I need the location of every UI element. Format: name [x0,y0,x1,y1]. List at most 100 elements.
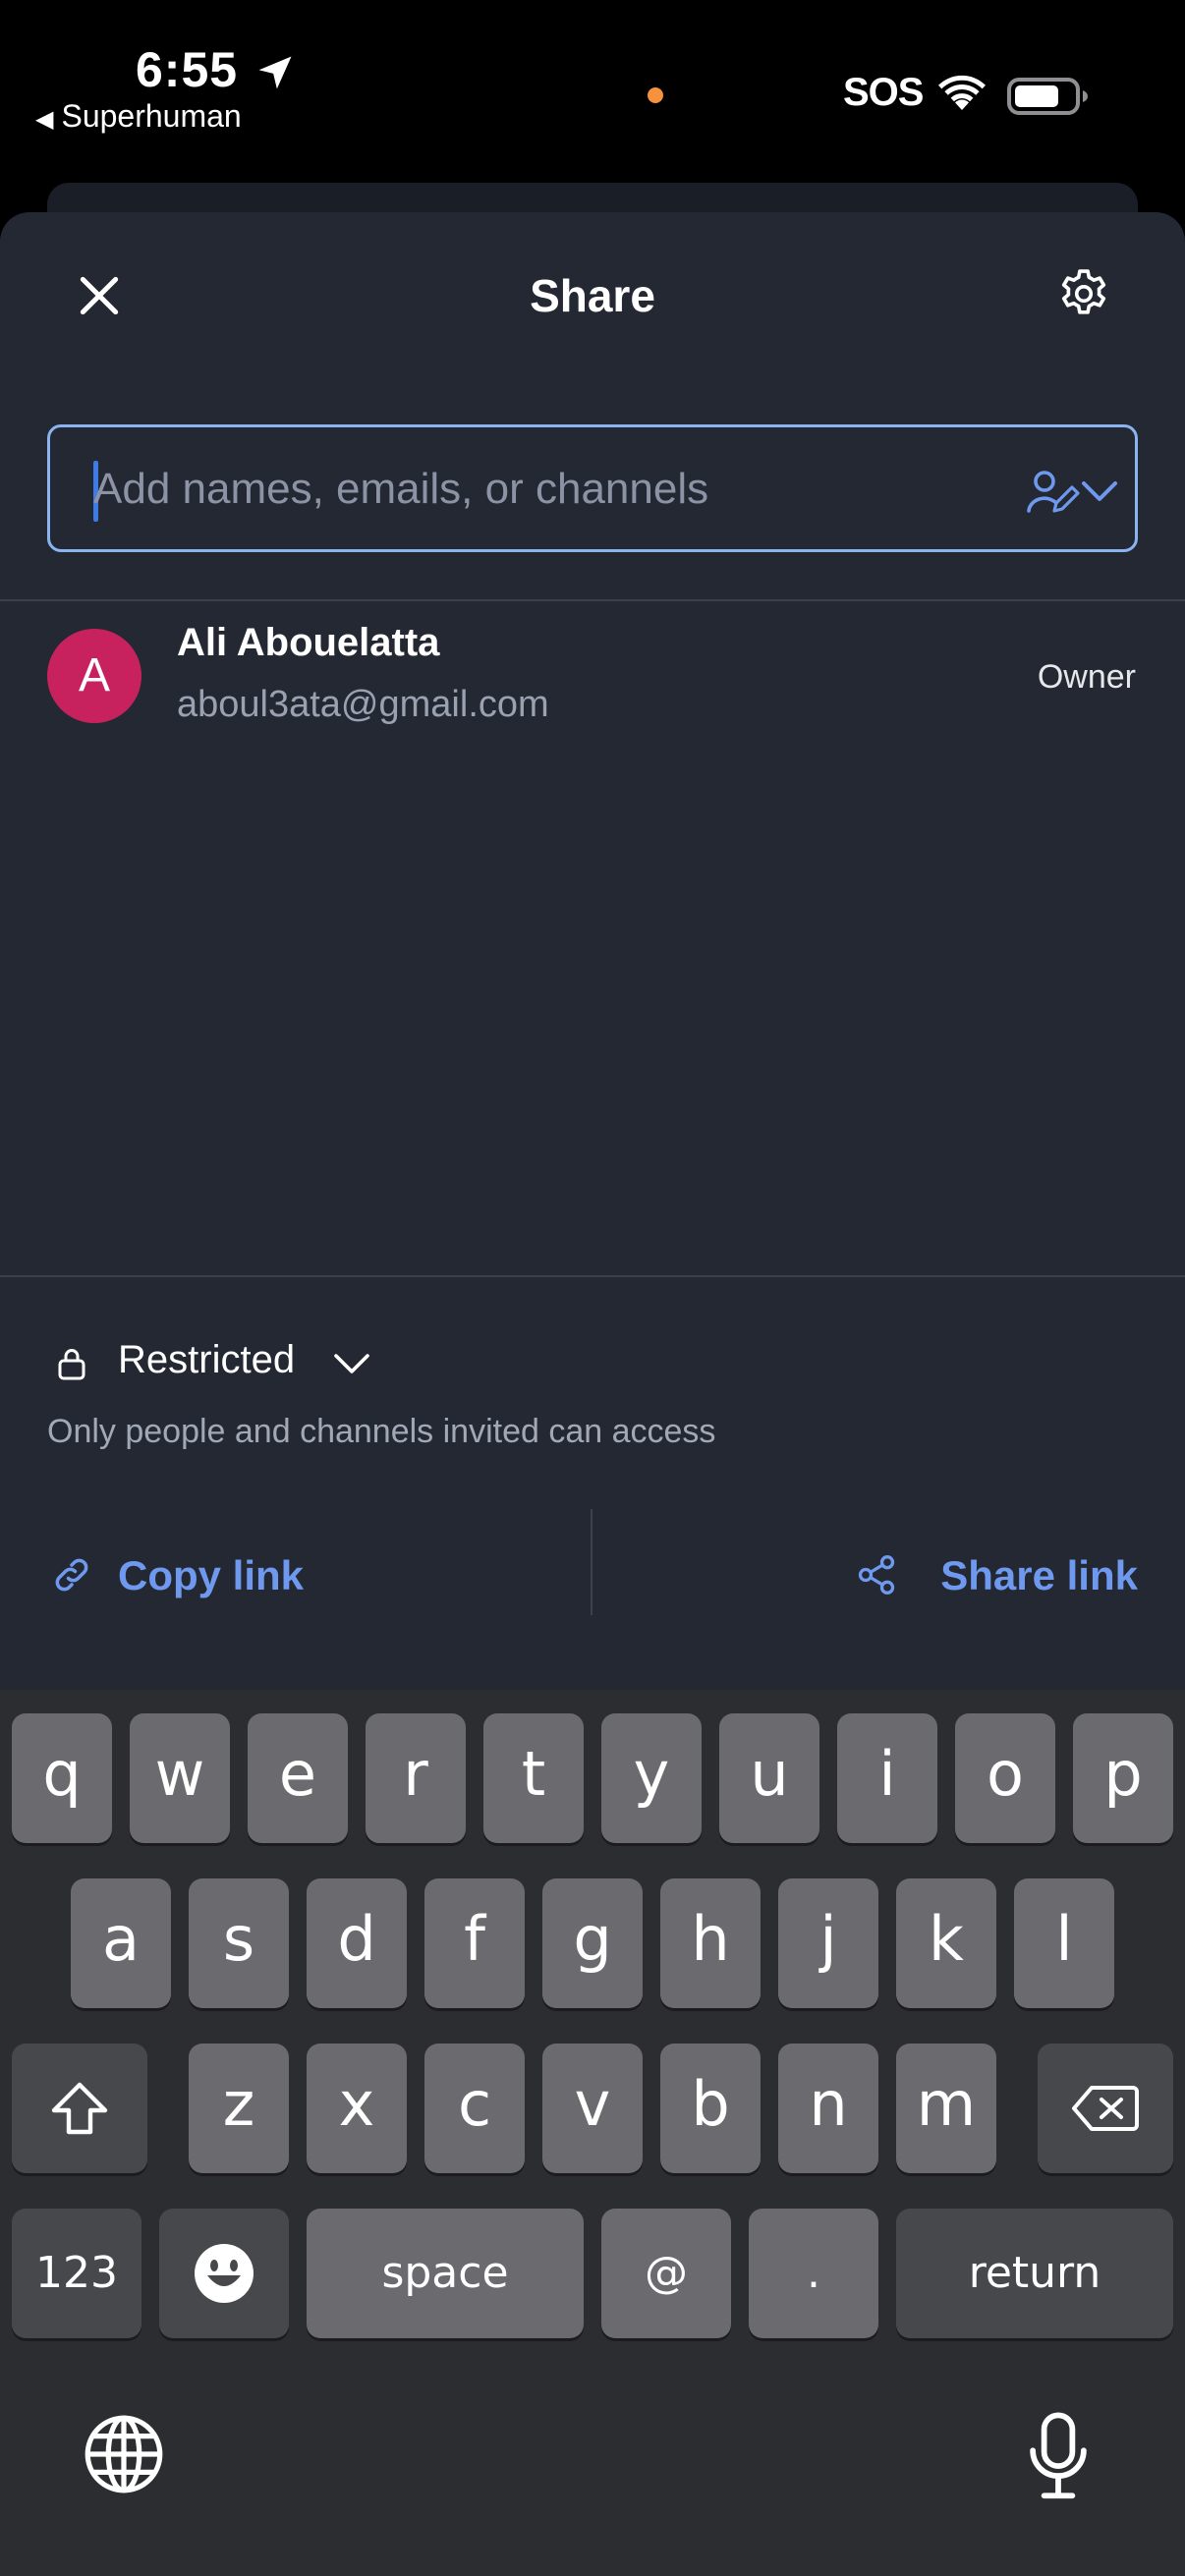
list-item[interactable]: A Ali Abouelatta aboul3ata@gmail.com Own… [0,605,1185,753]
copy-link-label: Copy link [118,1552,305,1598]
share-sheet: Share Add names, emails, or channels A A… [0,212,1185,1690]
battery-icon [1007,78,1088,115]
backspace-icon [1072,2086,1139,2131]
avatar: A [47,629,141,723]
key-w[interactable]: w [130,1713,230,1843]
divider [0,599,1185,601]
share-search-input[interactable]: Add names, emails, or channels [47,424,1138,552]
person-email: aboul3ata@gmail.com [177,684,549,725]
status-bar: 6:55 ◀ Superhuman SOS [0,0,1185,182]
key-k[interactable]: k [896,1878,996,2008]
user-permission-icon[interactable] [1025,467,1080,516]
share-nodes-icon [858,1555,895,1595]
settings-gear-icon[interactable] [1055,265,1112,322]
access-level-label: Restricted [118,1338,296,1381]
key-m[interactable]: m [896,2044,996,2173]
key-label: z [222,2068,255,2140]
wifi-icon [938,75,986,110]
numbers-key[interactable]: 123 [12,2209,141,2338]
key-j[interactable]: j [778,1878,878,2008]
key-label: space [381,2248,509,2298]
key-label: k [929,1903,964,1975]
key-q[interactable]: q [12,1713,112,1843]
key-label: p [1103,1738,1143,1810]
key-label: r [403,1738,428,1810]
key-label: i [878,1738,896,1810]
key-u[interactable]: u [719,1713,819,1843]
key-label: h [691,1903,730,1975]
sos-indicator: SOS [843,71,924,114]
key-label: y [633,1738,670,1810]
space-key[interactable]: space [307,2209,584,2338]
back-triangle-icon: ◀ [35,106,54,133]
action-separator [591,1509,592,1615]
key-label: s [222,1903,255,1975]
link-icon [55,1558,88,1592]
key-b[interactable]: b [660,2044,761,2173]
key-label: @ [645,2248,688,2298]
key-label: j [819,1903,837,1975]
lock-icon [58,1349,85,1380]
period-key[interactable]: . [749,2209,878,2338]
sheet-title: Share [530,270,655,321]
back-app-label: Superhuman [61,98,242,134]
access-description: Only people and channels invited can acc… [47,1413,716,1450]
key-d[interactable]: d [307,1878,407,2008]
person-name: Ali Abouelatta [177,621,440,664]
key-label: d [337,1903,376,1975]
microphone-icon[interactable] [1026,2411,1091,2501]
chevron-down-icon [334,1354,369,1373]
key-x[interactable]: x [307,2044,407,2173]
location-arrow-icon [258,56,292,89]
key-label: f [464,1903,485,1975]
key-label: q [42,1738,82,1810]
key-label: g [573,1903,612,1975]
key-i[interactable]: i [837,1713,937,1843]
key-t[interactable]: t [483,1713,584,1843]
key-f[interactable]: f [424,1878,525,2008]
key-label: m [916,2068,977,2140]
key-c[interactable]: c [424,2044,525,2173]
key-e[interactable]: e [248,1713,348,1843]
key-label: return [968,2248,1101,2298]
key-a[interactable]: a [71,1878,171,2008]
delete-key[interactable] [1038,2044,1173,2173]
key-z[interactable]: z [189,2044,289,2173]
key-label: c [457,2068,492,2140]
globe-icon[interactable] [83,2413,165,2495]
emoji-face-icon [195,2244,254,2303]
key-label: x [338,2068,375,2140]
key-y[interactable]: y [601,1713,702,1843]
on-screen-keyboard: q w e r t y u i o p a s d f g h j k l z … [0,1690,1185,2576]
share-link-label: Share link [940,1552,1138,1598]
key-o[interactable]: o [955,1713,1055,1843]
key-label: 123 [35,2248,118,2298]
person-role: Owner [1037,658,1136,696]
key-label: u [750,1738,789,1810]
shift-key[interactable] [12,2044,147,2173]
shift-arrow-icon [51,2082,108,2135]
at-key[interactable]: @ [601,2209,731,2338]
key-label: e [278,1738,317,1810]
key-s[interactable]: s [189,1878,289,2008]
key-h[interactable]: h [660,1878,761,2008]
share-link-button[interactable]: Share link [843,1539,1138,1617]
search-placeholder: Add names, emails, or channels [93,465,709,513]
chevron-down-icon[interactable] [1080,478,1119,504]
privacy-indicator-dot [648,87,663,103]
copy-link-button[interactable]: Copy link [47,1539,538,1617]
key-g[interactable]: g [542,1878,643,2008]
key-label: o [987,1738,1024,1810]
key-v[interactable]: v [542,2044,643,2173]
divider [0,1275,1185,1277]
key-l[interactable]: l [1014,1878,1114,2008]
return-key[interactable]: return [896,2209,1173,2338]
key-r[interactable]: r [366,1713,466,1843]
key-n[interactable]: n [778,2044,878,2173]
back-to-app-link[interactable]: ◀ Superhuman [35,98,242,135]
emoji-key[interactable] [159,2209,289,2338]
status-time: 6:55 [136,42,239,97]
key-label: l [1055,1903,1073,1975]
key-p[interactable]: p [1073,1713,1173,1843]
key-label: a [102,1903,140,1975]
